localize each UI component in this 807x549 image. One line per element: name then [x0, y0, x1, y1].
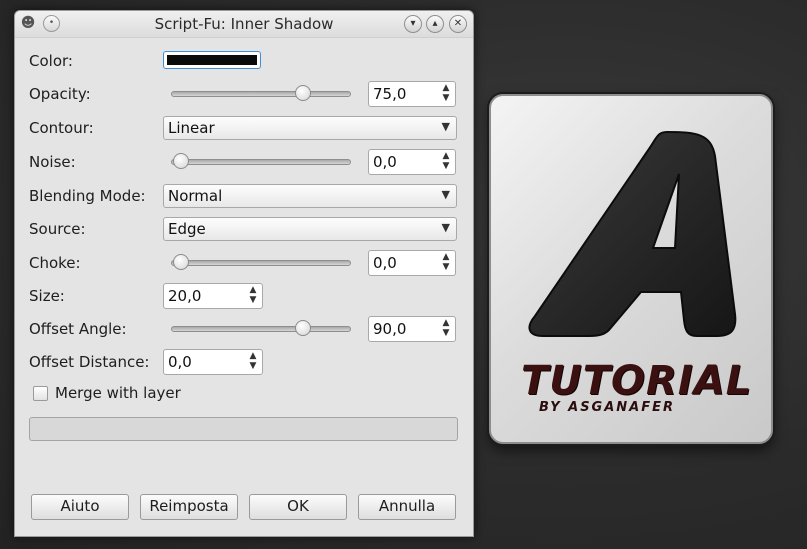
contour-selected: Linear	[168, 119, 215, 137]
spinner-arrows-icon[interactable]: ▲ ▼	[440, 318, 452, 340]
choke-value: 0,0	[373, 254, 397, 272]
noise-slider[interactable]	[171, 153, 351, 169]
source-selected: Edge	[168, 220, 206, 238]
spinner-arrows-icon[interactable]: ▲ ▼	[440, 252, 452, 274]
noise-slider-handle[interactable]	[173, 153, 189, 169]
contour-label: Contour:	[29, 119, 94, 137]
size-spinner[interactable]: 20,0 ▲ ▼	[163, 283, 263, 309]
offset-angle-slider[interactable]	[171, 320, 351, 336]
blending-mode-selected: Normal	[168, 187, 223, 205]
help-button[interactable]: Aiuto	[31, 494, 129, 520]
reset-button[interactable]: Reimposta	[140, 494, 238, 520]
tutorial-artwork: TUTORIAL BY ASGANAFER	[489, 94, 773, 444]
chevron-down-icon: ▼	[441, 221, 450, 234]
offset-distance-value: 0,0	[168, 353, 192, 371]
noise-label: Noise:	[29, 153, 76, 171]
choke-slider-handle[interactable]	[173, 254, 189, 270]
chevron-down-icon: ▼	[441, 120, 450, 133]
close-button[interactable]: ✕	[449, 15, 467, 33]
artwork-title: TUTORIAL	[521, 358, 753, 404]
spinner-arrows-icon[interactable]: ▲ ▼	[247, 351, 259, 373]
size-value: 20,0	[168, 287, 202, 305]
offset-angle-slider-handle[interactable]	[294, 320, 311, 336]
spinner-arrows-icon[interactable]: ▲ ▼	[440, 83, 452, 105]
chevron-up-icon: ▴	[432, 18, 438, 29]
offset-distance-spinner[interactable]: 0,0 ▲ ▼	[163, 349, 263, 375]
noise-spinner[interactable]: 0,0 ▲ ▼	[368, 149, 456, 175]
spinner-arrows-icon[interactable]: ▲ ▼	[440, 151, 452, 173]
color-label: Color:	[29, 52, 73, 70]
artwork-subtitle: BY ASGANAFER	[539, 400, 676, 415]
offset-angle-spinner[interactable]: 90,0 ▲ ▼	[368, 316, 456, 342]
offset-distance-label: Offset Distance:	[29, 353, 150, 371]
color-swatch	[167, 55, 257, 65]
offset-angle-label: Offset Angle:	[29, 320, 127, 338]
maximize-button[interactable]: ▴	[426, 15, 444, 33]
contour-select[interactable]: Linear ▼	[163, 116, 457, 140]
opacity-spinner[interactable]: 75,0 ▲ ▼	[368, 81, 456, 107]
opacity-slider-handle[interactable]	[294, 85, 311, 101]
offset-angle-value: 90,0	[373, 320, 407, 338]
chevron-down-icon: ▾	[410, 18, 416, 29]
opacity-label: Opacity:	[29, 85, 91, 103]
title-bar[interactable]: ☻ • Script-Fu: Inner Shadow ▾ ▴ ✕	[15, 11, 473, 38]
noise-value: 0,0	[373, 153, 397, 171]
merge-with-layer-label[interactable]: Merge with layer	[55, 384, 181, 402]
choke-label: Choke:	[29, 254, 81, 272]
source-select[interactable]: Edge ▼	[163, 217, 457, 241]
cancel-button[interactable]: Annulla	[358, 494, 456, 520]
chevron-down-icon: ▼	[441, 188, 450, 201]
blending-mode-select[interactable]: Normal ▼	[163, 184, 457, 208]
spinner-arrows-icon[interactable]: ▲ ▼	[247, 285, 259, 307]
source-label: Source:	[29, 220, 86, 238]
size-label: Size:	[29, 287, 65, 305]
opacity-value: 75,0	[373, 85, 407, 103]
progress-bar	[29, 417, 458, 441]
opacity-slider[interactable]	[171, 85, 351, 101]
script-fu-dialog: ☻ • Script-Fu: Inner Shadow ▾ ▴ ✕ Color:…	[14, 10, 474, 537]
choke-slider[interactable]	[171, 254, 351, 270]
ok-button[interactable]: OK	[249, 494, 347, 520]
merge-with-layer-checkbox[interactable]	[33, 386, 48, 401]
minimize-button[interactable]: ▾	[404, 15, 422, 33]
choke-spinner[interactable]: 0,0 ▲ ▼	[368, 250, 456, 276]
color-picker-button[interactable]	[163, 51, 261, 69]
close-icon: ✕	[453, 18, 463, 29]
blending-mode-label: Blending Mode:	[29, 187, 146, 205]
